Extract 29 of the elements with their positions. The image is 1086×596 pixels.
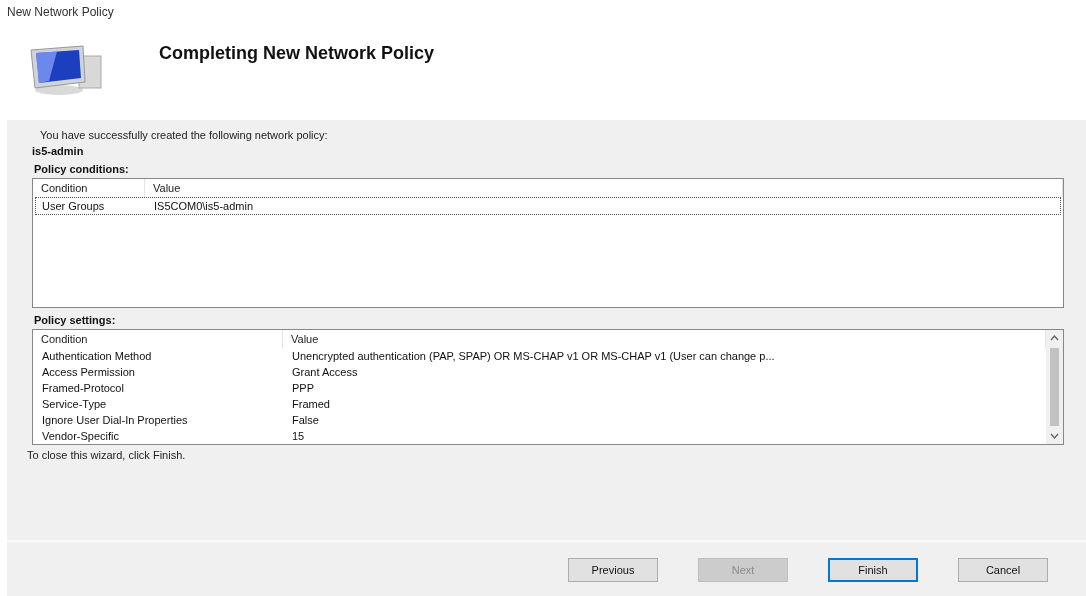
wizard-button[interactable]: Finish bbox=[828, 558, 918, 582]
list-cell-text: False bbox=[291, 414, 320, 426]
wizard-heading: Completing New Network Policy bbox=[159, 43, 435, 64]
list-cell-text: Framed-Protocol bbox=[41, 382, 125, 394]
list-row[interactable]: User Groups IS5COM0\is5-admin bbox=[35, 197, 1061, 215]
instruction-text: To close this wizard, click Finish. bbox=[27, 449, 187, 461]
window-title: New Network Policy bbox=[6, 4, 115, 21]
list-cell-text: Service-Type bbox=[41, 398, 108, 410]
scrollbar[interactable] bbox=[1046, 330, 1063, 444]
list-cell-text: Grant Access bbox=[291, 366, 359, 378]
list-cell-text: 15 bbox=[291, 430, 306, 442]
list-cell-text: Vendor-Specific bbox=[41, 430, 121, 442]
list-cell-text: PPP bbox=[291, 382, 315, 394]
policy-name: is5-admin bbox=[32, 145, 85, 157]
column-header[interactable]: Condition bbox=[33, 179, 145, 197]
list-cell-text: Ignore User Dial-In Properties bbox=[41, 414, 189, 426]
list-view[interactable]: Condition Value User Groups IS5COM0\is5-admin bbox=[32, 178, 1064, 308]
section-label: Policy conditions: bbox=[34, 163, 130, 175]
section-label: Policy settings: bbox=[34, 314, 117, 326]
list-cell-text: Authentication Method bbox=[41, 350, 153, 362]
list-cell-text: Access Permission bbox=[41, 366, 136, 378]
column-header[interactable]: Value bbox=[145, 179, 1063, 197]
list-view[interactable] bbox=[32, 329, 1064, 445]
wizard-button[interactable]: Previous bbox=[568, 558, 658, 582]
intro-text: You have successfully created the following network policy: bbox=[40, 129, 329, 141]
list-cell-text: Framed bbox=[291, 398, 331, 410]
list-cell-text: Unencrypted authentication (PAP, SPAP) OR MS-CHAP v1 OR MS-CHAP v1 (User can change p... bbox=[291, 350, 776, 362]
wizard-button[interactable]: Cancel bbox=[958, 558, 1048, 582]
column-header[interactable]: Condition bbox=[33, 330, 283, 348]
